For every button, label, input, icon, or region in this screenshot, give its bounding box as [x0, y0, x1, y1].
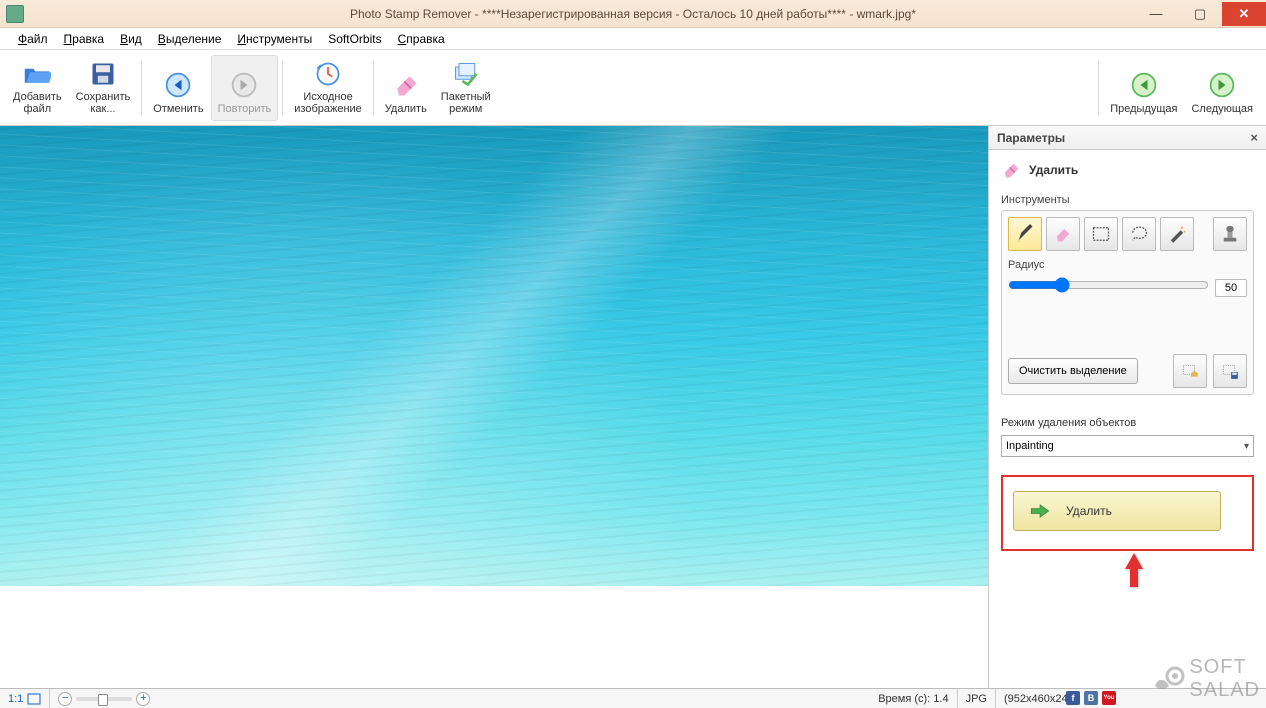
eraser-small-icon — [1053, 224, 1073, 244]
redo-icon — [230, 69, 258, 101]
menu-softorbits[interactable]: SoftOrbits — [320, 30, 389, 48]
pencil-icon — [1015, 224, 1035, 244]
rectangle-select-icon — [1091, 224, 1111, 244]
status-scale[interactable]: 1:1 — [0, 689, 50, 708]
arrow-left-icon — [1130, 69, 1158, 101]
highlight-callout: Удалить — [1001, 475, 1254, 551]
eraser-icon — [392, 69, 420, 101]
clock-restore-icon — [314, 60, 342, 90]
menu-view[interactable]: Вид — [112, 30, 150, 48]
mask-open-icon — [1181, 362, 1199, 380]
zoom-in-button[interactable]: + — [136, 692, 150, 706]
folder-open-icon — [23, 60, 51, 90]
removal-mode-label: Режим удаления объектов — [1001, 417, 1254, 429]
panel-close-icon[interactable]: × — [1250, 130, 1258, 145]
stamp-icon — [1220, 224, 1240, 244]
close-button[interactable]: ✕ — [1222, 2, 1266, 26]
remove-action-button[interactable]: Удалить — [1013, 491, 1221, 531]
youtube-icon[interactable]: You — [1102, 691, 1116, 705]
magic-wand-icon — [1167, 224, 1187, 244]
tool-eraser[interactable] — [1046, 217, 1080, 251]
tool-magic-wand[interactable] — [1160, 217, 1194, 251]
zoom-control[interactable]: − + — [58, 692, 150, 706]
panel-header: Параметры × — [989, 126, 1266, 150]
remove-button[interactable]: Удалить — [378, 55, 434, 121]
facebook-icon[interactable]: f — [1066, 691, 1080, 705]
add-file-button[interactable]: Добавитьфайл — [6, 55, 69, 121]
status-format: JPG — [958, 689, 996, 708]
tool-stamp[interactable] — [1213, 217, 1247, 251]
tool-pencil[interactable] — [1008, 217, 1042, 251]
original-image-button[interactable]: Исходноеизображение — [287, 55, 369, 121]
mask-save-button[interactable] — [1213, 354, 1247, 388]
eraser-icon — [1001, 160, 1021, 180]
arrow-callout-icon — [1123, 553, 1145, 587]
zoom-slider[interactable] — [76, 697, 132, 701]
redo-button[interactable]: Повторить — [211, 55, 279, 121]
arrow-right-green-icon — [1030, 503, 1050, 519]
window-controls: — ▢ ✕ — [1134, 2, 1266, 26]
mask-save-icon — [1221, 362, 1239, 380]
radius-slider[interactable] — [1008, 277, 1209, 298]
undo-icon — [164, 69, 192, 101]
save-as-button[interactable]: Сохранитькак... — [69, 55, 138, 121]
app-icon — [6, 5, 24, 23]
social-icons: f B You — [1066, 691, 1116, 705]
next-button[interactable]: Следующая — [1184, 55, 1260, 121]
tool-lasso[interactable] — [1122, 217, 1156, 251]
tools-group-label: Инструменты — [1001, 194, 1254, 206]
tool-rect-select[interactable] — [1084, 217, 1118, 251]
canvas-area[interactable] — [0, 126, 988, 688]
menu-tools[interactable]: Инструменты — [229, 30, 320, 48]
toolbar: Добавитьфайл Сохранитькак... Отменить По… — [0, 50, 1266, 126]
radius-value[interactable]: 50 — [1215, 279, 1247, 297]
zoom-out-button[interactable]: − — [58, 692, 72, 706]
window-title: Photo Stamp Remover - ****Незарегистриро… — [350, 7, 916, 21]
arrow-right-icon — [1208, 69, 1236, 101]
fit-screen-icon — [27, 693, 41, 705]
vk-icon[interactable]: B — [1084, 691, 1098, 705]
menubar: Файл Правка Вид Выделение Инструменты So… — [0, 28, 1266, 50]
mask-load-button[interactable] — [1173, 354, 1207, 388]
menu-edit[interactable]: Правка — [56, 30, 113, 48]
panel-section-title: Удалить — [989, 150, 1266, 186]
removal-mode-combo[interactable]: Inpainting — [1001, 435, 1254, 457]
undo-button[interactable]: Отменить — [146, 55, 210, 121]
save-icon — [89, 60, 117, 90]
status-time: Время (с): 1.4 — [870, 689, 957, 708]
menu-selection[interactable]: Выделение — [150, 30, 230, 48]
batch-icon — [452, 60, 480, 90]
batch-mode-button[interactable]: Пакетныйрежим — [434, 55, 498, 121]
lasso-icon — [1129, 224, 1149, 244]
maximize-button[interactable]: ▢ — [1178, 2, 1222, 26]
loaded-image[interactable] — [0, 126, 988, 586]
previous-button[interactable]: Предыдущая — [1103, 55, 1184, 121]
menu-file[interactable]: Файл — [10, 30, 56, 48]
clear-selection-button[interactable]: Очистить выделение — [1008, 358, 1138, 384]
radius-label: Радиус — [1008, 259, 1247, 271]
titlebar: Photo Stamp Remover - ****Незарегистриро… — [0, 0, 1266, 28]
minimize-button[interactable]: — — [1134, 2, 1178, 26]
menu-help[interactable]: Справка — [390, 30, 453, 48]
parameters-panel: Параметры × Удалить Инструменты — [988, 126, 1266, 688]
